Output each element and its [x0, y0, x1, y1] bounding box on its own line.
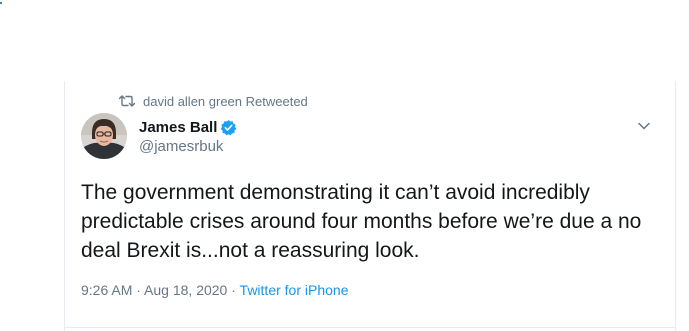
tweet-card[interactable]: david allen green Retweeted James Ball @…: [64, 81, 676, 331]
author-block: James Ball @jamesrbuk: [139, 117, 237, 155]
page: david allen green Retweeted James Ball @…: [0, 0, 689, 331]
name-row: James Ball: [139, 117, 237, 137]
tweet-text: The government demonstrating it can’t av…: [81, 181, 642, 262]
tweet-date[interactable]: Aug 18, 2020: [144, 282, 227, 298]
tweet-meta: 9:26 AM · Aug 18, 2020 · Twitter for iPh…: [81, 282, 348, 298]
corner-dot: [0, 2, 2, 4]
display-name[interactable]: James Ball: [139, 119, 217, 136]
retweet-header: david allen green Retweeted: [118, 92, 308, 110]
tweet-time[interactable]: 9:26 AM: [81, 282, 132, 298]
meta-separator: ·: [132, 282, 145, 298]
avatar[interactable]: [81, 113, 127, 159]
verified-badge-icon: [220, 119, 237, 136]
retweet-label[interactable]: david allen green Retweeted: [143, 94, 308, 109]
meta-separator: ·: [227, 282, 240, 298]
chevron-down-icon[interactable]: [635, 117, 653, 135]
retweet-icon: [118, 93, 136, 109]
divider: [65, 327, 675, 328]
handle[interactable]: @jamesrbuk: [139, 138, 237, 155]
tweet-source-link[interactable]: Twitter for iPhone: [240, 282, 349, 298]
